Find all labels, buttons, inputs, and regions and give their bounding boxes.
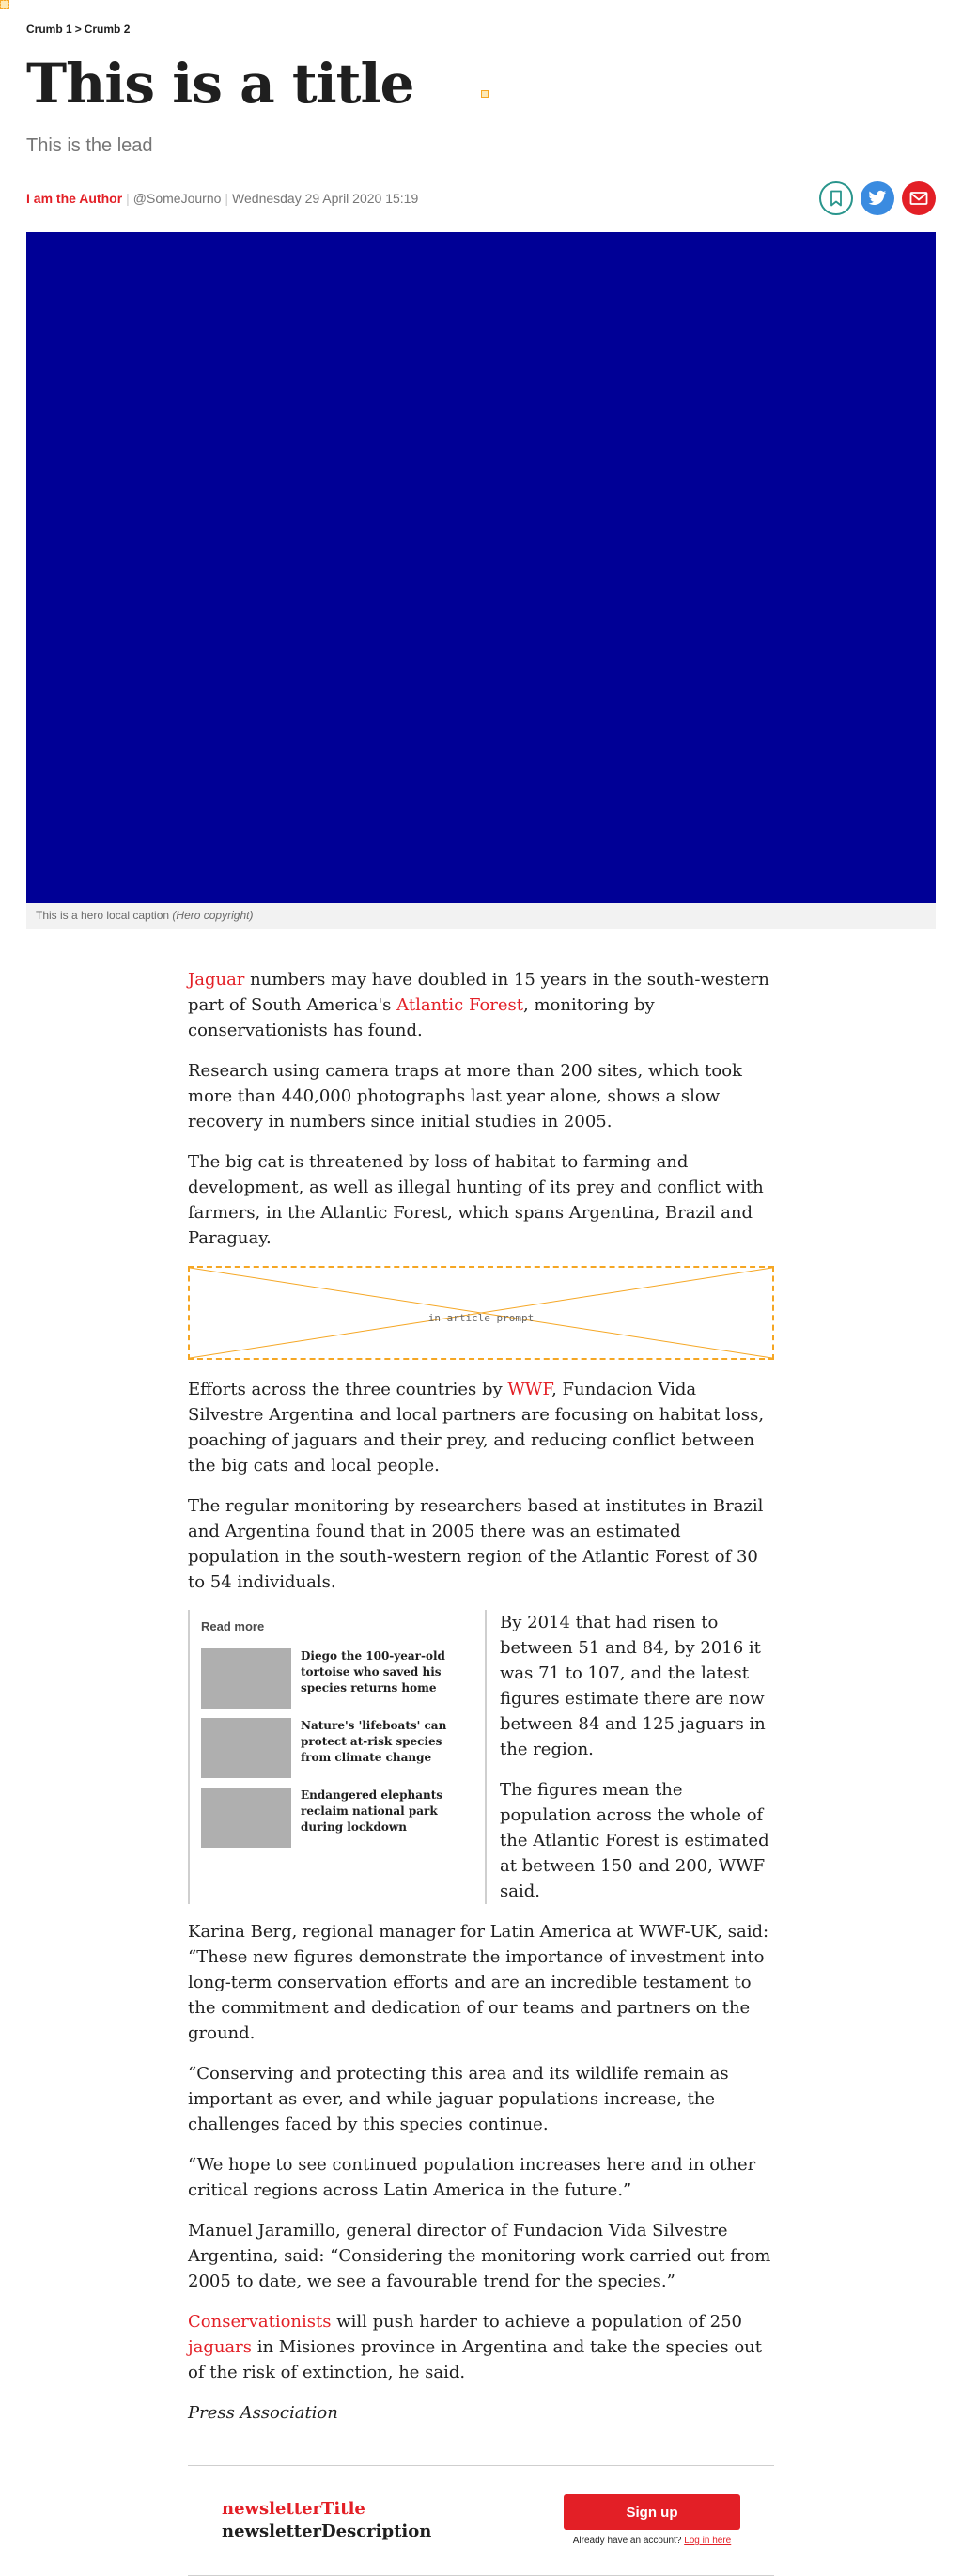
byline-separator: | [126,190,130,206]
read-more-item[interactable]: Endangered elephants reclaim national pa… [201,1787,473,1848]
paragraph: The big cat is threatened by loss of hab… [188,1151,764,1248]
twitter-share-button[interactable] [861,180,894,215]
signup-button[interactable]: Sign up [564,2494,740,2531]
paragraph: The figures mean the population across t… [500,1779,769,1901]
newsletter-description: newsletterDescription [222,2521,432,2541]
share-buttons [819,180,936,215]
meta-row: I am the Author | @SomeJourno | Wednesday 29… [26,180,936,215]
hero-figure: This is a hero local caption (Hero copyr… [26,231,936,929]
email-share-button[interactable] [902,180,936,215]
byline: I am the Author | @SomeJourno | Wednesday 29… [26,191,418,206]
paragraph: “We hope to see continued population inc… [188,2154,756,2200]
wwf-link[interactable]: WWF [507,1380,551,1399]
hero-caption: This is a hero local caption (Hero copyr… [26,902,936,929]
login-prompt-text: Already have an account? [572,2536,682,2547]
bookmark-icon [830,190,842,207]
atlantic-forest-link[interactable]: Atlantic Forest [396,995,523,1015]
read-more-thumbnail [201,1717,291,1778]
newsletter-signup: newsletterTitle newsletterDescription Si… [188,2464,774,2576]
breadcrumb-separator: > [74,23,82,36]
breadcrumb-crumb-2[interactable]: Crumb 2 [85,23,131,36]
read-more-row: Read more Diego the 100-year-old tortois… [188,1609,774,1904]
ad-slot-marker [481,90,489,98]
jaguars-link[interactable]: jaguars [188,2337,252,2357]
twitter-icon [868,190,887,205]
paragraph-text: in Misiones province in Argentina and ta… [188,2336,762,2382]
paragraph: Research using camera traps at more than… [188,1060,742,1132]
read-more-heading: Read more [201,1618,265,1633]
article-body: Jaguar numbers may have doubled in 15 ye… [188,967,774,2426]
article-lead: This is the lead [26,134,153,156]
read-more-thumbnail [201,1647,291,1709]
paragraph: Manuel Jaramillo, general director of Fu… [188,2220,771,2291]
author-handle: @SomeJourno [132,190,222,206]
paragraph: Karina Berg, regional manager for Latin … [188,1921,769,2043]
read-more-item-title: Nature's 'lifeboats' can protect at-risk… [301,1718,447,1764]
conservationists-link[interactable]: Conservationists [188,2312,331,2332]
read-more-item[interactable]: Nature's 'lifeboats' can protect at-risk… [201,1717,473,1778]
newsletter-copy: newsletterTitle newsletterDescription [222,2498,431,2543]
hero-copyright: (Hero copyright) [172,908,254,922]
hero-image [26,231,936,903]
read-more-item-title: Endangered elephants reclaim national pa… [301,1788,443,1834]
in-article-prompt: in article prompt [188,1265,774,1360]
article-header: Crumb 1 > Crumb 2 This is a title This is … [0,0,962,215]
paragraph: By 2014 that had risen to between 51 and… [500,1612,766,1759]
paragraph-text: Efforts across the three countries by [188,1379,508,1399]
newsletter-title: newsletterTitle [222,2498,365,2519]
breadcrumb: Crumb 1 > Crumb 2 [26,0,936,36]
email-icon [909,191,928,205]
article-credit: Press Association [188,2402,338,2423]
prompt-label: in article prompt [427,1311,535,1324]
publish-date: Wednesday 29 April 2020 15:19 [232,190,419,206]
paragraph: Jaguar numbers may have doubled in 15 ye… [188,967,774,1043]
byline-separator: | [225,190,229,206]
broken-image-icon [0,0,9,9]
login-prompt: Already have an account? Log in here [573,2536,731,2546]
read-more-thumbnail [201,1787,291,1848]
jaguar-link[interactable]: Jaguar [188,970,244,990]
bookmark-button[interactable] [819,180,853,215]
read-more-item[interactable]: Diego the 100-year-old tortoise who save… [201,1647,473,1709]
page-title: This is a title [26,52,414,116]
author-link[interactable]: I am the Author [26,191,122,206]
paragraph: “Conserving and protecting this area and… [188,2063,729,2134]
read-more-item-title: Diego the 100-year-old tortoise who save… [301,1648,445,1694]
read-more-box: Read more Diego the 100-year-old tortois… [188,1609,487,1904]
newsletter-actions: Sign up Already have an account? Log in … [564,2494,740,2546]
hero-caption-text: This is a hero local caption [36,908,170,922]
paragraph-text: will push harder to achieve a population… [331,2311,742,2332]
read-more-adjacent-text: By 2014 that had risen to between 51 and… [500,1610,774,1904]
paragraph: The regular monitoring by researchers ba… [188,1495,764,1592]
login-link[interactable]: Log in here [684,2536,731,2546]
paragraph: Efforts across the three countries by WW… [188,1377,774,1478]
breadcrumb-crumb-1[interactable]: Crumb 1 [26,23,72,36]
paragraph: Conservationists will push harder to ach… [188,2309,774,2385]
